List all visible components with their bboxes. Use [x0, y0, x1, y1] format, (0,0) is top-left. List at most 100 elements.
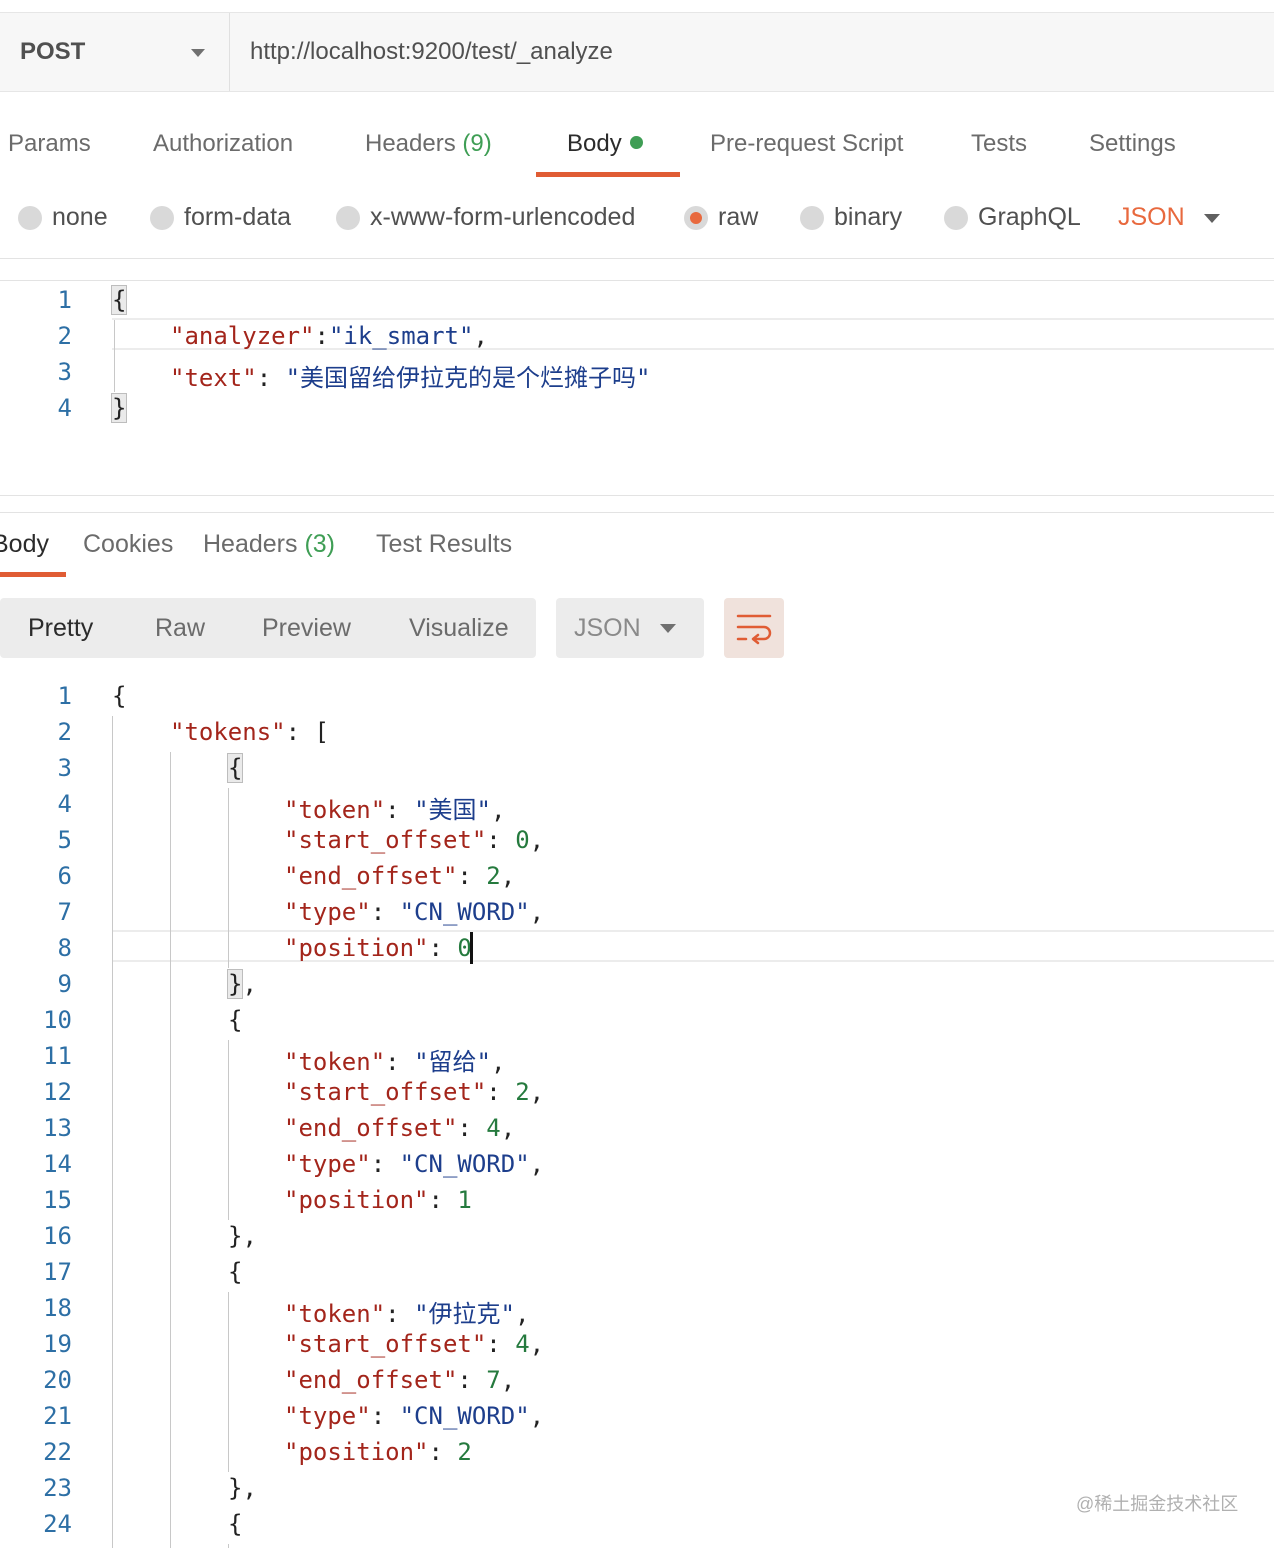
line-number: 3 — [57, 358, 72, 386]
tab-body[interactable]: Body — [567, 130, 643, 158]
request-bar: POST — [0, 12, 1274, 92]
divider — [0, 512, 1274, 513]
indent-guide — [228, 788, 229, 968]
json-number: 1 — [457, 1186, 472, 1214]
line-number: 22 — [43, 1438, 72, 1466]
code-line: "type": "CN_WORD", — [284, 1402, 545, 1430]
line-number: 1 — [57, 682, 72, 710]
json-brace: } — [110, 393, 128, 423]
code-line: "text": "美国留给伊拉克的是个烂摊子吗" — [170, 364, 651, 392]
code-line: "position": 2 — [284, 1438, 472, 1466]
json-number: 4 — [486, 1114, 501, 1142]
code-line: "type": "CN_WORD", — [284, 898, 545, 926]
line-number: 21 — [43, 1402, 72, 1430]
json-brace: { — [110, 285, 128, 315]
code-line: "type": "CN_WORD", — [284, 1150, 545, 1178]
body-format-select[interactable]: JSON — [1118, 203, 1185, 232]
code-line: "start_offset": 2, — [284, 1078, 545, 1106]
code-line: "tokens": [ — [170, 718, 329, 746]
radio-form-data[interactable]: form-data — [150, 203, 291, 232]
indent-guide — [114, 320, 115, 392]
code-line: }, — [228, 1222, 257, 1250]
divider — [0, 258, 1274, 259]
line-number: 4 — [57, 394, 72, 422]
divider — [0, 280, 1274, 281]
response-tab-headers-label: Headers — [203, 530, 298, 558]
line-number: 4 — [57, 790, 72, 818]
radio-none-label: none — [52, 203, 108, 231]
line-number: 2 — [57, 322, 72, 350]
code-line: "token": "伊拉克", — [284, 1300, 530, 1328]
indent-guide — [228, 1292, 229, 1472]
json-string: "CN_WORD" — [399, 1402, 530, 1430]
response-tab-body[interactable]: Body — [0, 530, 49, 559]
code-line: "start_offset": 0, — [284, 826, 545, 854]
tab-params[interactable]: Params — [8, 130, 91, 158]
response-tab-test-results[interactable]: Test Results — [376, 530, 512, 559]
json-string: "CN_WORD" — [399, 898, 530, 926]
code-line: "analyzer":"ik_smart", — [170, 322, 488, 350]
radio-none[interactable]: none — [18, 203, 108, 232]
code-line: }, — [226, 969, 257, 999]
headers-count-badge: (9) — [462, 130, 492, 157]
line-number: 5 — [57, 826, 72, 854]
json-number: 2 — [515, 1078, 530, 1106]
response-tab-cookies[interactable]: Cookies — [83, 530, 173, 559]
code-line: { — [228, 1006, 243, 1034]
code-line: "end_offset": 2, — [284, 862, 516, 890]
line-number: 1 — [57, 286, 72, 314]
tab-pre-request-script[interactable]: Pre-request Script — [710, 130, 903, 158]
json-number: 4 — [515, 1330, 530, 1358]
chevron-down-icon[interactable] — [1204, 214, 1220, 223]
radio-urlencoded[interactable]: x-www-form-urlencoded — [336, 203, 635, 232]
json-string: "伊拉克" — [414, 1300, 515, 1328]
status-dot-icon — [629, 136, 643, 149]
radio-raw[interactable]: raw — [684, 203, 758, 232]
line-number: 23 — [43, 1474, 72, 1502]
visualize-button[interactable]: Visualize — [409, 614, 509, 643]
method-select[interactable]: POST — [0, 13, 230, 91]
raw-button[interactable]: Raw — [155, 614, 205, 643]
code-line: "position": 1 — [284, 1186, 472, 1214]
radio-binary-label: binary — [834, 203, 903, 231]
radio-raw-label: raw — [718, 203, 759, 231]
code-line: "start_offset": 4, — [284, 1330, 545, 1358]
code-line: "end_offset": 4, — [284, 1114, 516, 1142]
wrap-lines-icon — [736, 614, 772, 645]
radio-icon — [336, 205, 360, 230]
tab-settings[interactable]: Settings — [1089, 130, 1176, 158]
preview-button[interactable]: Preview — [262, 614, 351, 643]
response-tab-headers[interactable]: Headers (3) — [203, 530, 335, 559]
pretty-button[interactable]: Pretty — [28, 614, 93, 643]
json-key: "tokens" — [170, 718, 286, 746]
json-string: "CN_WORD" — [399, 1150, 530, 1178]
code-line: "position": 0 — [284, 934, 472, 962]
json-key: "analyzer" — [170, 322, 315, 350]
radio-graphql-label: GraphQL — [978, 203, 1081, 231]
radio-graphql[interactable]: GraphQL — [944, 203, 1081, 232]
response-format-label: JSON — [574, 614, 641, 642]
wrap-lines-button[interactable] — [724, 598, 784, 658]
indent-guide — [112, 716, 113, 1548]
watermark: @稀土掘金技术社区 — [1076, 1494, 1239, 1514]
indent-guide — [228, 1040, 229, 1220]
radio-urlencoded-label: x-www-form-urlencoded — [370, 203, 636, 231]
tab-body-label: Body — [567, 130, 622, 157]
divider — [0, 495, 1274, 496]
json-key: "text" — [170, 364, 257, 392]
radio-form-data-label: form-data — [184, 203, 291, 231]
radio-binary[interactable]: binary — [800, 203, 902, 232]
tab-headers[interactable]: Headers (9) — [365, 130, 492, 158]
tab-authorization[interactable]: Authorization — [153, 130, 293, 158]
line-number: 18 — [43, 1294, 72, 1322]
line-number: 3 — [57, 754, 72, 782]
code-line: } — [110, 393, 128, 423]
headers-count-badge: (3) — [304, 530, 336, 558]
line-number: 11 — [43, 1042, 72, 1070]
url-input[interactable] — [230, 13, 1274, 91]
tab-tests[interactable]: Tests — [971, 130, 1027, 158]
radio-icon — [944, 205, 968, 230]
json-string: "留给" — [414, 1048, 491, 1076]
json-string: "美国" — [414, 796, 491, 824]
line-number: 17 — [43, 1258, 72, 1286]
